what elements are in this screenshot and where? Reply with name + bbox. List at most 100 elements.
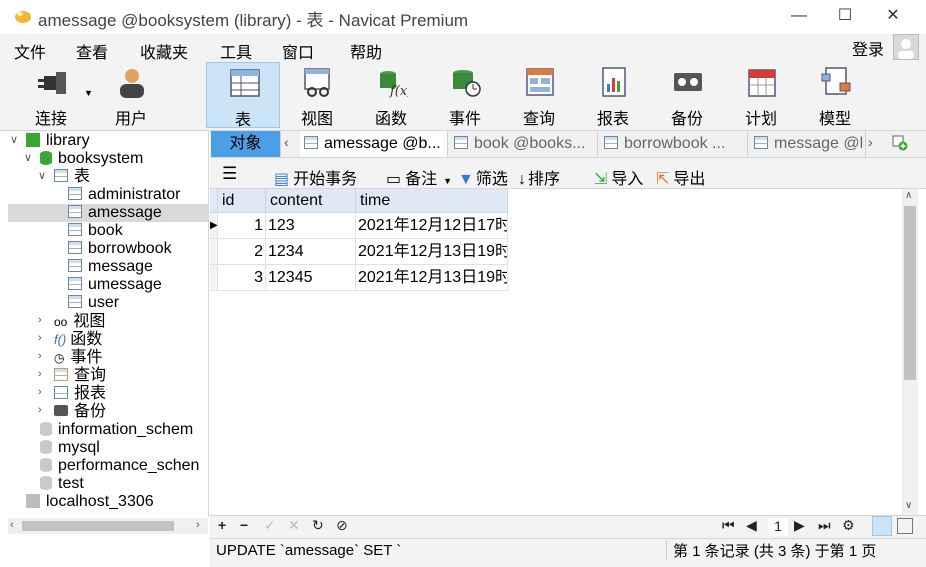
row-header[interactable] xyxy=(210,239,218,265)
tree-tables-group[interactable]: 表 xyxy=(54,168,90,186)
discard-changes-icon[interactable]: ✕ xyxy=(288,517,300,534)
expand-chevron-icon[interactable]: › xyxy=(38,350,42,362)
tab-book[interactable]: book @books... xyxy=(450,131,598,157)
schedule-button[interactable]: 计划 xyxy=(724,62,798,128)
tab-scroll-right-icon[interactable]: › xyxy=(868,134,873,150)
tab-borrowbook[interactable]: borrowbook ... xyxy=(600,131,748,157)
tree-table-umessage[interactable]: umessage xyxy=(68,276,162,294)
expand-chevron-icon[interactable]: › xyxy=(38,386,42,398)
grid-scroll-thumb[interactable] xyxy=(904,206,916,380)
query-button[interactable]: 查询 xyxy=(502,62,576,128)
cell-time[interactable]: 2021年12月13日19时 xyxy=(356,239,508,265)
tree-database-booksystem[interactable]: booksystem xyxy=(40,150,143,168)
collapse-chevron-icon[interactable]: ∨ xyxy=(38,169,46,182)
import-button[interactable]: ⇲ 导入 xyxy=(594,165,643,189)
notes-button[interactable]: ▭ 备注 ▼ xyxy=(386,165,452,189)
row-header[interactable] xyxy=(210,265,218,291)
tree-group-views[interactable]: oo 视图 xyxy=(54,313,105,331)
tree-table-borrowbook[interactable]: borrowbook xyxy=(68,240,172,258)
cell-id[interactable]: 1 xyxy=(218,213,266,239)
column-header-id[interactable]: id xyxy=(218,189,266,213)
column-header-time[interactable]: time xyxy=(356,189,508,213)
grid-view-icon[interactable] xyxy=(872,516,892,536)
tree-database-performance-schema[interactable]: performance_schen xyxy=(40,457,199,475)
tab-message[interactable]: message @l xyxy=(750,131,866,157)
table-button[interactable]: 表 xyxy=(206,62,280,129)
menu-help[interactable]: 帮助 xyxy=(350,39,382,63)
menu-tools[interactable]: 工具 xyxy=(220,39,252,63)
tree-table-user[interactable]: user xyxy=(68,294,119,312)
menu-file[interactable]: 文件 xyxy=(14,39,46,63)
tab-scroll-left-icon[interactable]: ‹ xyxy=(284,134,289,150)
login-link[interactable]: 登录 xyxy=(852,36,884,60)
tree-group-backups[interactable]: 备份 xyxy=(54,403,106,421)
collapse-chevron-icon[interactable]: ∨ xyxy=(10,133,18,146)
tree-table-book[interactable]: book xyxy=(68,222,123,240)
minimize-button[interactable]: — xyxy=(776,0,822,34)
scroll-left-icon[interactable]: ‹ xyxy=(10,519,14,531)
tree-table-amessage[interactable]: amessage xyxy=(8,204,208,222)
cell-content[interactable]: 123 xyxy=(266,213,356,239)
tree-database-information-schema[interactable]: information_schem xyxy=(40,421,193,439)
expand-chevron-icon[interactable]: › xyxy=(38,314,42,326)
report-button[interactable]: 报表 xyxy=(576,62,650,128)
new-tab-icon[interactable] xyxy=(892,135,908,151)
tree-group-events[interactable]: ◷ 事件 xyxy=(54,349,103,367)
tree-table-administrator[interactable]: administrator xyxy=(68,186,180,204)
cell-time[interactable]: 2021年12月13日19时 xyxy=(356,265,508,291)
tab-objects[interactable]: 对象 xyxy=(211,131,281,157)
menu-window[interactable]: 窗口 xyxy=(282,39,314,63)
expand-chevron-icon[interactable]: › xyxy=(38,332,42,344)
connect-dropdown-icon[interactable]: ▼ xyxy=(84,88,93,98)
refresh-icon[interactable]: ↻ xyxy=(312,517,324,534)
tree-group-functions[interactable]: f() 函数 xyxy=(54,331,102,349)
hamburger-menu-icon[interactable]: ☰ xyxy=(222,164,237,184)
page-number-input[interactable]: 1 xyxy=(768,518,788,536)
scroll-down-icon[interactable]: ∨ xyxy=(905,500,912,511)
next-page-icon[interactable]: ▶ xyxy=(794,517,805,534)
menu-view[interactable]: 查看 xyxy=(76,39,108,63)
previous-page-icon[interactable]: ◀ xyxy=(746,517,757,534)
tree-connection-localhost[interactable]: localhost_3306 xyxy=(26,493,154,511)
maximize-button[interactable]: ☐ xyxy=(822,0,868,34)
avatar[interactable] xyxy=(893,34,919,60)
begin-transaction-button[interactable]: ▤ 开始事务 xyxy=(274,165,357,189)
tree-group-queries[interactable]: 查询 xyxy=(54,367,106,385)
tree-connection-library[interactable]: library xyxy=(26,132,90,150)
cell-id[interactable]: 2 xyxy=(218,239,266,265)
backup-button[interactable]: 备份 xyxy=(650,62,724,128)
view-button[interactable]: 视图 xyxy=(280,62,354,128)
stop-icon[interactable]: ⊘ xyxy=(336,517,348,534)
scroll-up-icon[interactable]: ∧ xyxy=(905,190,912,201)
column-header-content[interactable]: content xyxy=(266,189,356,213)
current-row-indicator-icon[interactable]: ▶ xyxy=(210,213,218,239)
user-button[interactable]: 用户 xyxy=(94,62,168,128)
function-button[interactable]: f(x) 函数 xyxy=(354,62,428,128)
expand-chevron-icon[interactable]: › xyxy=(38,368,42,380)
event-button[interactable]: 事件 xyxy=(428,62,502,128)
cell-time[interactable]: 2021年12月12日17时 xyxy=(356,213,508,239)
apply-changes-icon[interactable]: ✓ xyxy=(264,517,276,534)
cell-content[interactable]: 12345 xyxy=(266,265,356,291)
last-page-icon[interactable]: ⏭ xyxy=(818,517,831,534)
close-button[interactable]: ✕ xyxy=(870,0,916,34)
export-button[interactable]: ⇱ 导出 xyxy=(656,165,705,189)
tree-table-message[interactable]: message xyxy=(68,258,153,276)
tab-amessage[interactable]: amessage @b... xyxy=(300,131,448,157)
first-page-icon[interactable]: ⏮ xyxy=(722,517,735,534)
menu-favorites[interactable]: 收藏夹 xyxy=(140,39,188,63)
tree-database-test[interactable]: test xyxy=(40,475,84,493)
tree-scroll-thumb[interactable] xyxy=(22,521,174,531)
model-button[interactable]: 模型 xyxy=(798,62,872,128)
form-view-icon[interactable] xyxy=(897,518,913,534)
connect-button[interactable]: 连接 xyxy=(14,62,88,128)
delete-record-icon[interactable]: − xyxy=(240,517,248,533)
sort-button[interactable]: ↓ 排序 xyxy=(518,165,560,189)
cell-id[interactable]: 3 xyxy=(218,265,266,291)
collapse-chevron-icon[interactable]: ∨ xyxy=(24,151,32,164)
settings-gear-icon[interactable]: ⚙ xyxy=(842,517,855,534)
scroll-right-icon[interactable]: › xyxy=(196,519,200,531)
expand-chevron-icon[interactable]: › xyxy=(38,404,42,416)
tree-database-mysql[interactable]: mysql xyxy=(40,439,100,457)
add-record-icon[interactable]: + xyxy=(218,517,226,533)
